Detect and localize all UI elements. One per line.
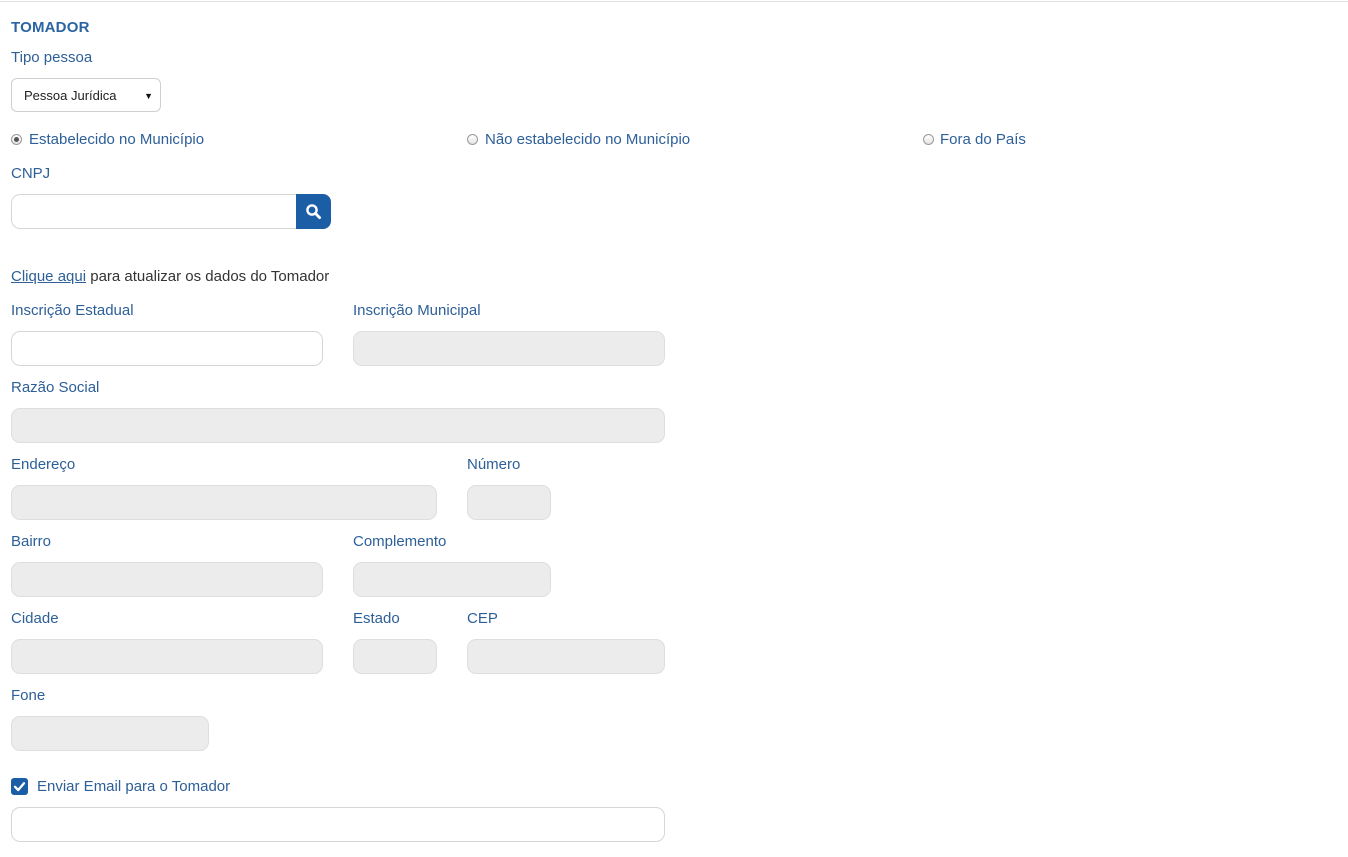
tipo-pessoa-select[interactable]: Pessoa Jurídica ▼ [11, 78, 161, 112]
enviar-email-label[interactable]: Enviar Email para o Tomador [37, 778, 230, 795]
complemento-input [353, 562, 551, 597]
cep-label: CEP [467, 610, 498, 627]
cnpj-search-button[interactable] [296, 194, 331, 229]
endereco-label: Endereço [11, 456, 76, 473]
fone-input [11, 716, 209, 751]
estado-input [353, 639, 437, 674]
enviar-email-checkbox[interactable] [11, 778, 28, 795]
radio-nao-estabelecido-label[interactable]: Não estabelecido no Município [485, 131, 690, 148]
chevron-down-icon: ▼ [144, 91, 153, 101]
inscricao-estadual-label: Inscrição Estadual [11, 302, 134, 319]
cep-input [467, 639, 665, 674]
inscricao-estadual-input[interactable] [11, 331, 323, 366]
radio-estabelecido-label[interactable]: Estabelecido no Município [29, 131, 204, 148]
tipo-pessoa-label: Tipo pessoa [11, 49, 93, 66]
update-data-text: Clique aqui para atualizar os dados do T… [11, 268, 329, 285]
complemento-label: Complemento [353, 533, 447, 550]
fone-label: Fone [11, 687, 46, 704]
top-divider [0, 1, 1348, 2]
tomador-form: TOMADOR Tipo pessoa Pessoa Jurídica ▼ Es… [0, 0, 1348, 857]
estado-label: Estado [353, 610, 400, 627]
radio-estabelecido[interactable] [11, 134, 22, 145]
checkmark-icon [13, 782, 26, 792]
update-data-link[interactable]: Clique aqui [11, 268, 86, 285]
search-icon [306, 204, 322, 220]
cnpj-input[interactable] [11, 194, 298, 229]
numero-label: Número [467, 456, 521, 473]
numero-input [467, 485, 551, 520]
section-title: TOMADOR [11, 19, 90, 36]
radio-fora-do-pais[interactable] [923, 134, 934, 145]
radio-nao-estabelecido[interactable] [467, 134, 478, 145]
razao-social-label: Razão Social [11, 379, 100, 396]
cnpj-label: CNPJ [11, 165, 51, 182]
email-input[interactable] [11, 807, 665, 842]
update-data-rest: para atualizar os dados do Tomador [86, 268, 330, 285]
cidade-label: Cidade [11, 610, 59, 627]
bairro-input [11, 562, 323, 597]
inscricao-municipal-input [353, 331, 665, 366]
cidade-input [11, 639, 323, 674]
razao-social-input [11, 408, 665, 443]
inscricao-municipal-label: Inscrição Municipal [353, 302, 481, 319]
endereco-input [11, 485, 437, 520]
tipo-pessoa-selected: Pessoa Jurídica [24, 88, 117, 103]
bairro-label: Bairro [11, 533, 52, 550]
radio-fora-do-pais-label[interactable]: Fora do País [940, 131, 1026, 148]
